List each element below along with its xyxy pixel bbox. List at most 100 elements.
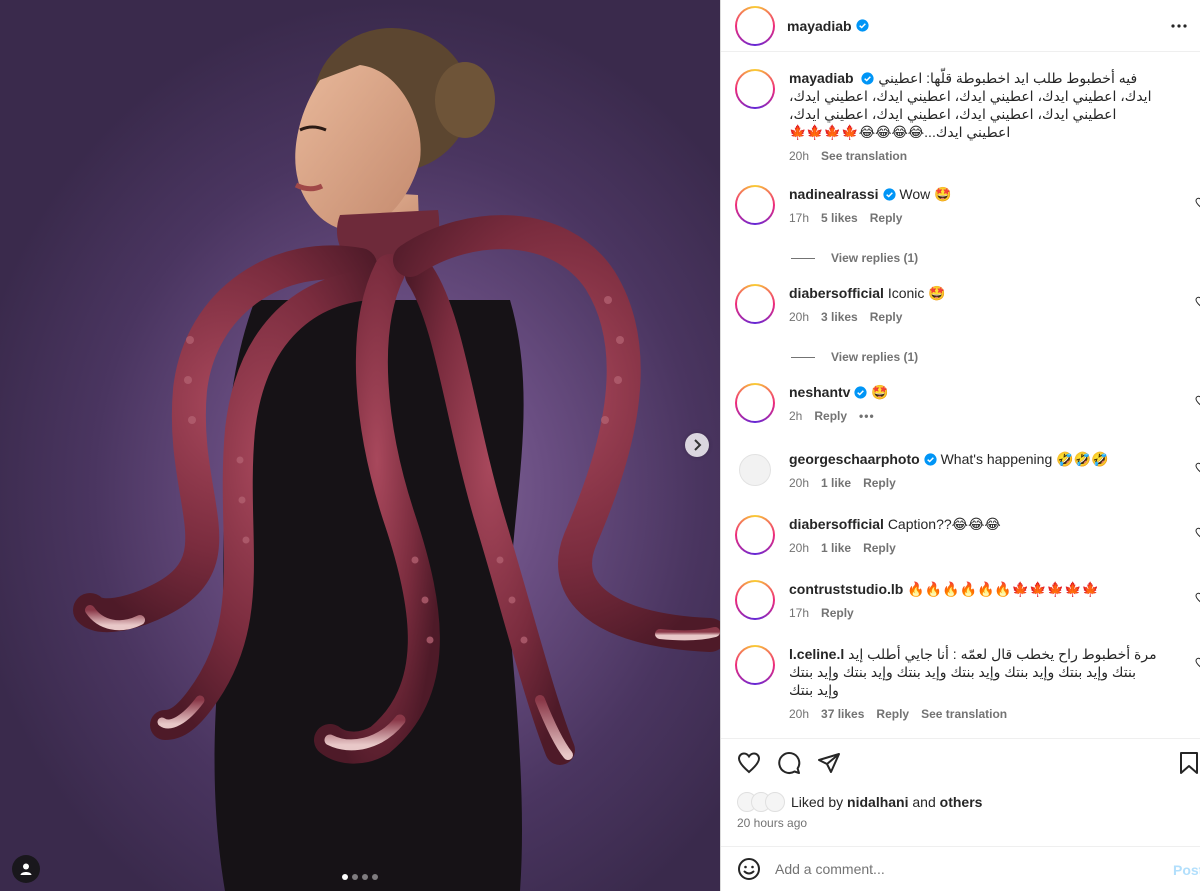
- heart-icon[interactable]: [1195, 395, 1200, 407]
- reply-button[interactable]: Reply: [814, 407, 847, 425]
- view-replies-button[interactable]: View replies (1): [791, 350, 918, 364]
- comment-username[interactable]: diabersofficial: [789, 285, 884, 301]
- author-username[interactable]: mayadiab: [787, 18, 852, 34]
- reply-button[interactable]: Reply: [870, 209, 903, 227]
- reply-button[interactable]: Reply: [876, 705, 909, 723]
- comment-item: georgeschaarphoto What's happening 🤣🤣🤣 2…: [735, 450, 1200, 492]
- share-icon[interactable]: [817, 751, 841, 775]
- comment-text: مرة أخطبوط راح يخطب قال لعمّه : أنا جايي…: [789, 646, 1157, 698]
- comment-icon[interactable]: [777, 751, 801, 775]
- verified-badge-icon: [924, 453, 937, 466]
- comment-text: Wow 🤩: [899, 186, 952, 202]
- caption-time: 20h: [789, 149, 810, 163]
- verified-badge-icon: [861, 72, 875, 85]
- see-translation-link[interactable]: See translation: [821, 147, 907, 165]
- comment-likes[interactable]: 1 like: [821, 474, 851, 492]
- comment-item: nadinealrassi Wow 🤩 17h 5 likes Reply: [735, 185, 1200, 227]
- comment-item: contruststudio.lb 🔥🔥🔥🔥🔥🔥🍁🍁🍁🍁🍁 17h Reply: [735, 580, 1200, 622]
- comment-options-button[interactable]: •••: [859, 407, 875, 425]
- post-header: mayadiab: [721, 0, 1200, 52]
- comments-list[interactable]: mayadiab فيه أخطبوط طلب ايد اخطبوطة قلّه…: [721, 53, 1200, 738]
- reply-button[interactable]: Reply: [821, 604, 854, 622]
- heart-icon[interactable]: [1195, 657, 1200, 669]
- post-photo: [73, 28, 720, 891]
- liked-by-and: and: [912, 794, 936, 810]
- verified-badge-icon: [854, 386, 868, 399]
- tagged-users-button[interactable]: [12, 855, 40, 883]
- avatar[interactable]: [739, 454, 771, 486]
- comment-username[interactable]: nadinealrassi: [789, 186, 879, 202]
- comment-username[interactable]: mayadiab: [789, 70, 854, 86]
- liked-by-user[interactable]: nidalhani: [847, 794, 908, 810]
- reply-button[interactable]: Reply: [863, 474, 896, 492]
- see-translation-link[interactable]: See translation: [921, 705, 1007, 723]
- avatar[interactable]: [735, 383, 775, 423]
- caption: mayadiab فيه أخطبوط طلب ايد اخطبوطة قلّه…: [735, 69, 1200, 165]
- avatar[interactable]: [735, 69, 775, 109]
- comment-username[interactable]: neshantv: [789, 384, 850, 400]
- comment-likes[interactable]: 37 likes: [821, 705, 864, 723]
- post-timestamp[interactable]: 20 hours ago: [737, 816, 807, 830]
- carousel-dot: [342, 874, 348, 880]
- emoji-icon[interactable]: [737, 857, 761, 881]
- comment-text: What's happening 🤣🤣🤣: [940, 451, 1109, 467]
- comment-item: l.celine.l مرة أخطبوط راح يخطب قال لعمّه…: [735, 645, 1200, 723]
- comment-username[interactable]: contruststudio.lb: [789, 581, 903, 597]
- comment-item: diabersofficial Caption??😂😂😂 20h 1 like Re…: [735, 515, 1200, 557]
- carousel-indicator: [342, 874, 378, 880]
- comment-text: Iconic 🤩: [887, 285, 946, 301]
- comment-time: 17h: [789, 606, 810, 620]
- avatar[interactable]: [735, 645, 775, 685]
- avatar[interactable]: [735, 185, 775, 225]
- verified-badge-icon: [856, 19, 869, 32]
- view-replies-button[interactable]: View replies (1): [791, 251, 918, 265]
- comment-text: 🤩: [871, 384, 889, 400]
- avatar[interactable]: [735, 580, 775, 620]
- comment-likes[interactable]: 3 likes: [821, 308, 858, 326]
- carousel-next-button[interactable]: [685, 433, 709, 457]
- reply-button[interactable]: Reply: [863, 539, 896, 557]
- liked-by-avatars[interactable]: [737, 792, 789, 812]
- author-avatar[interactable]: [735, 5, 775, 46]
- comment-text: 🔥🔥🔥🔥🔥🔥🍁🍁🍁🍁🍁: [907, 581, 1099, 597]
- liked-by: Liked by nidalhani and others: [737, 792, 982, 812]
- comment-text: Caption??😂😂😂: [887, 516, 1001, 532]
- comment-time: 20h: [789, 476, 810, 490]
- comment-input[interactable]: [775, 861, 1155, 877]
- comment-time: 17h: [789, 211, 810, 225]
- carousel-dot: [372, 874, 378, 880]
- heart-icon[interactable]: [1195, 296, 1200, 308]
- add-comment-bar: Post: [721, 846, 1200, 891]
- comment-time: 20h: [789, 310, 810, 324]
- liked-by-prefix: Liked by: [791, 794, 844, 810]
- heart-icon[interactable]: [1195, 527, 1200, 539]
- liked-by-others[interactable]: others: [940, 794, 983, 810]
- comment-item: neshantv 🤩 2h Reply •••: [735, 383, 1200, 425]
- bookmark-icon[interactable]: [1178, 751, 1200, 775]
- verified-badge-icon: [882, 188, 896, 201]
- heart-icon[interactable]: [1195, 592, 1200, 604]
- post-comment-button[interactable]: Post: [1173, 862, 1200, 878]
- heart-icon[interactable]: [1195, 462, 1200, 474]
- comment-likes[interactable]: 1 like: [821, 539, 851, 557]
- user-icon: [20, 863, 32, 875]
- heart-icon[interactable]: [737, 751, 761, 775]
- comment-time: 2h: [789, 409, 803, 423]
- carousel-dot: [352, 874, 358, 880]
- chevron-right-icon: [694, 439, 702, 451]
- reply-button[interactable]: Reply: [870, 308, 903, 326]
- post-side-panel: mayadiab mayadiab فيه أخطبوط طلب ايد اخط…: [720, 0, 1200, 891]
- avatar[interactable]: [735, 284, 775, 324]
- more-options-icon[interactable]: [1170, 16, 1188, 36]
- heart-icon[interactable]: [1195, 197, 1200, 209]
- comment-username[interactable]: diabersofficial: [789, 516, 884, 532]
- comment-username[interactable]: l.celine.l: [789, 646, 844, 662]
- comment-username[interactable]: georgeschaarphoto: [789, 451, 920, 467]
- comment-time: 20h: [789, 541, 810, 555]
- comment-likes[interactable]: 5 likes: [821, 209, 858, 227]
- comment-time: 20h: [789, 707, 810, 721]
- avatar[interactable]: [735, 515, 775, 555]
- carousel-dot: [362, 874, 368, 880]
- post-media[interactable]: [0, 0, 720, 891]
- comment-item: diabersofficial Iconic 🤩 20h 3 likes Reply: [735, 284, 1200, 326]
